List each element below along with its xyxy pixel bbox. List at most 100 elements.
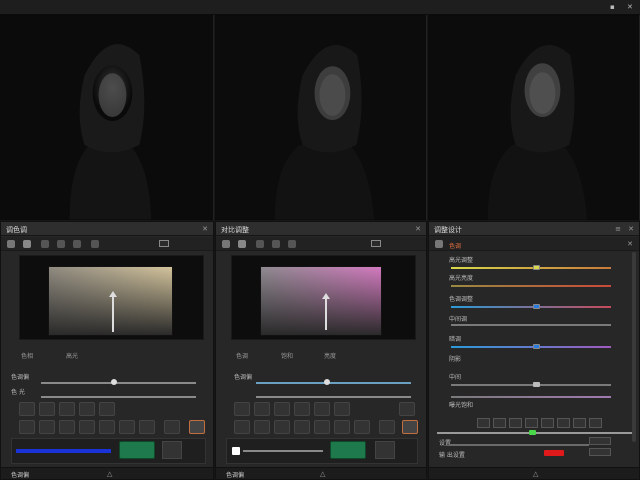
option-button[interactable] (525, 418, 538, 428)
option-button[interactable] (254, 402, 270, 416)
option-button[interactable] (234, 402, 250, 416)
option-button[interactable] (589, 448, 611, 456)
option-button[interactable] (493, 418, 506, 428)
option-button[interactable] (379, 420, 395, 434)
back-icon[interactable] (7, 240, 15, 248)
option-button[interactable] (314, 402, 330, 416)
option-button[interactable] (541, 418, 554, 428)
slider-track[interactable] (451, 396, 611, 398)
tab-tone[interactable]: 色调 (236, 351, 248, 360)
option-button[interactable] (79, 402, 95, 416)
slider-knob[interactable] (529, 430, 536, 435)
tab-hue[interactable]: 色相 (21, 351, 33, 360)
option-button[interactable] (294, 420, 310, 434)
close-icon[interactable]: ✕ (627, 240, 633, 248)
yellow-slider[interactable] (451, 267, 611, 269)
option-button[interactable] (39, 402, 55, 416)
option-button[interactable] (274, 420, 290, 434)
close-icon[interactable]: ✕ (415, 225, 421, 233)
slider-knob[interactable] (533, 382, 540, 387)
active-option-button[interactable] (189, 420, 205, 434)
tab-saturation[interactable]: 饱和 (281, 351, 293, 360)
eyedropper-icon[interactable] (238, 240, 246, 248)
tab-highlight[interactable]: 高光 (66, 351, 78, 360)
minimize-icon[interactable]: ▪ (610, 3, 615, 11)
tool-icon[interactable] (73, 240, 81, 248)
slider-knob[interactable] (111, 379, 117, 385)
slider-knob[interactable] (533, 265, 540, 270)
hue-arrow[interactable] (322, 293, 330, 330)
option-button[interactable] (254, 420, 270, 434)
eyedropper-icon[interactable] (23, 240, 31, 248)
option-button[interactable] (334, 420, 350, 434)
option-button[interactable] (589, 437, 611, 445)
option-button[interactable] (99, 402, 115, 416)
preview-view-1[interactable] (0, 15, 214, 220)
white-swatch[interactable] (232, 447, 240, 455)
option-button[interactable] (589, 418, 602, 428)
triangle-icon[interactable]: △ (533, 470, 538, 478)
tab-brightness[interactable]: 亮度 (324, 351, 336, 360)
triangle-icon[interactable]: △ (107, 470, 112, 478)
option-button[interactable] (375, 441, 395, 459)
option-button[interactable] (139, 420, 155, 434)
option-button[interactable] (557, 418, 570, 428)
slider-track[interactable] (451, 384, 611, 386)
tool-icon[interactable] (57, 240, 65, 248)
option-button[interactable] (39, 420, 55, 434)
tool-icon[interactable] (256, 240, 264, 248)
close-icon[interactable]: ✕ (202, 225, 208, 233)
option-button[interactable] (119, 420, 135, 434)
blue-slider[interactable] (451, 346, 611, 348)
option-button[interactable] (59, 402, 75, 416)
blue-slider[interactable] (451, 306, 611, 308)
tool-icon[interactable] (91, 240, 99, 248)
slider-knob[interactable] (533, 344, 540, 349)
color-picker[interactable] (19, 255, 204, 340)
back-icon[interactable] (222, 240, 230, 248)
slider-track[interactable] (243, 450, 323, 452)
option-button[interactable] (334, 402, 350, 416)
slider-track[interactable] (256, 382, 411, 384)
scrollbar[interactable] (632, 252, 636, 442)
color-gradient[interactable] (260, 266, 382, 336)
option-button[interactable] (294, 402, 310, 416)
hue-arrow[interactable] (109, 291, 117, 332)
apply-button[interactable] (330, 441, 366, 459)
option-button[interactable] (477, 418, 490, 428)
option-button[interactable] (399, 402, 415, 416)
slider-track[interactable] (451, 324, 611, 326)
option-button[interactable] (59, 420, 75, 434)
close-icon[interactable]: ✕ (627, 3, 633, 11)
close-icon[interactable]: ✕ (628, 225, 634, 233)
slider-knob[interactable] (324, 379, 330, 385)
tool-icon[interactable] (41, 240, 49, 248)
compare-icon[interactable] (159, 240, 169, 247)
option-button[interactable] (99, 420, 115, 434)
eyedropper-icon[interactable] (435, 240, 443, 248)
compare-icon[interactable] (371, 240, 381, 247)
option-button[interactable] (509, 418, 522, 428)
red-swatch[interactable] (544, 450, 564, 456)
option-button[interactable] (234, 420, 250, 434)
active-option-button[interactable] (402, 420, 418, 434)
option-button[interactable] (314, 420, 330, 434)
color-gradient[interactable] (48, 266, 173, 336)
slider-track[interactable] (41, 396, 196, 398)
option-button[interactable] (79, 420, 95, 434)
option-button[interactable] (164, 420, 180, 434)
option-button[interactable] (19, 420, 35, 434)
slider-track[interactable] (449, 444, 589, 446)
option-button[interactable] (274, 402, 290, 416)
option-button[interactable] (162, 441, 182, 459)
slider-track[interactable] (41, 382, 196, 384)
slider-track[interactable] (451, 285, 611, 287)
preview-view-2[interactable] (215, 15, 427, 220)
tool-icon[interactable] (288, 240, 296, 248)
blue-slider[interactable] (16, 449, 111, 453)
menu-icon[interactable]: ≡ (615, 225, 621, 233)
tool-icon[interactable] (272, 240, 280, 248)
preview-view-3[interactable] (428, 15, 640, 220)
option-button[interactable] (354, 420, 370, 434)
triangle-icon[interactable]: △ (320, 470, 325, 478)
